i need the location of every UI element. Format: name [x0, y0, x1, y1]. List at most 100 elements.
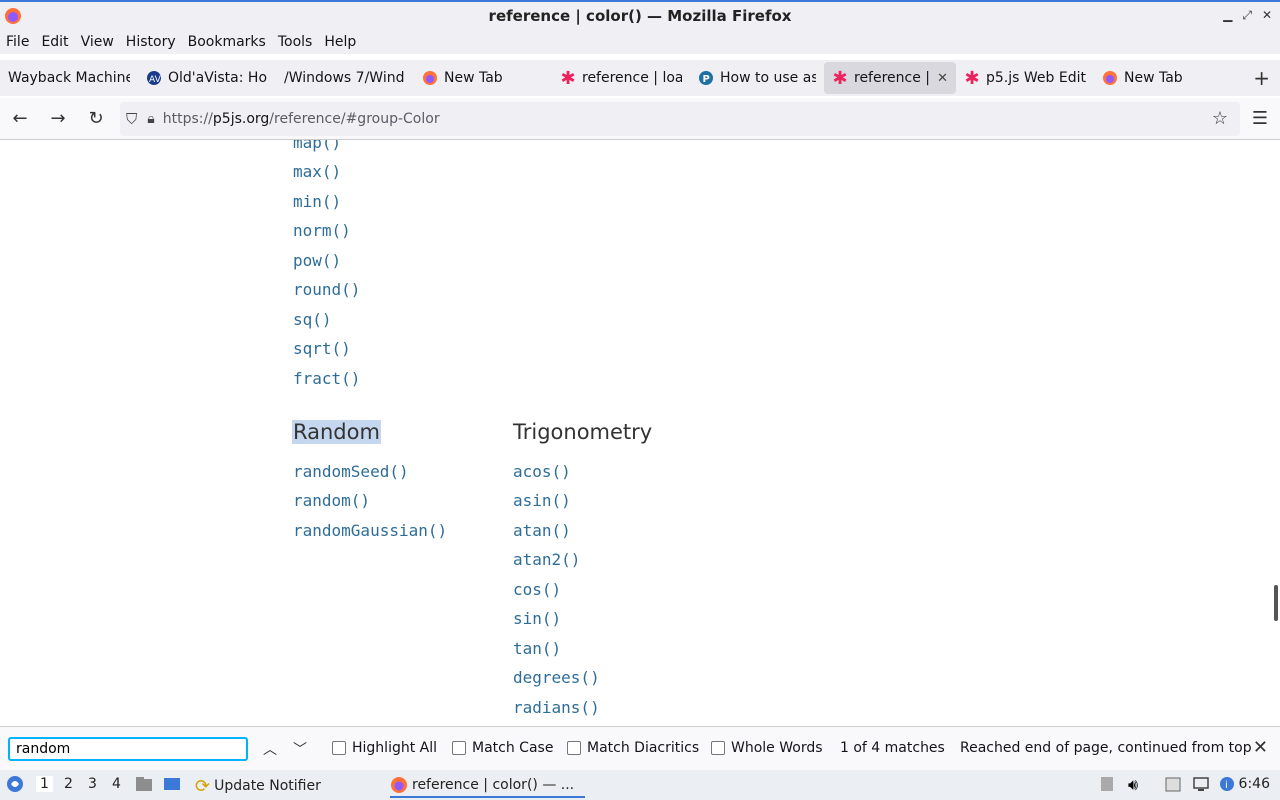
url-text[interactable]: https://p5js.org/reference/#group-Color: [163, 111, 440, 127]
match-case-checkbox[interactable]: Match Case: [452, 740, 553, 756]
tab[interactable]: New Tab: [414, 62, 552, 94]
window-title: reference | color() — Mozilla Firefox: [488, 7, 792, 25]
tab-label: New Tab: [1124, 70, 1183, 86]
find-status-message: Reached end of page, continued from top: [960, 740, 1252, 756]
fn-link[interactable]: sq(): [293, 310, 332, 329]
tab-label: Wayback Machine: [8, 70, 130, 86]
p5-asterisk-icon: ✱: [560, 67, 576, 89]
file-manager-icon[interactable]: [135, 775, 153, 793]
fn-link[interactable]: degrees(): [513, 668, 600, 687]
close-tab-icon[interactable]: ✕: [937, 71, 948, 86]
fn-link[interactable]: randomSeed(): [293, 462, 409, 481]
tab[interactable]: P How to use as: [690, 62, 824, 94]
new-tab-button[interactable]: +: [1253, 66, 1270, 90]
workspace-4[interactable]: 4: [112, 776, 121, 792]
find-bar: ︿ ﹀ Highlight All Match Case Match Diacr…: [0, 726, 1280, 770]
trig-heading: Trigonometry: [513, 420, 653, 444]
fn-link[interactable]: max(): [293, 162, 341, 181]
url-bar[interactable]: ⛉ 🔒︎ https://p5js.org/reference/#group-C…: [120, 102, 1240, 136]
fn-link[interactable]: acos(): [513, 462, 571, 481]
p5-asterisk-icon: ✱: [964, 67, 980, 89]
find-previous-icon[interactable]: ︿: [263, 739, 277, 759]
shield-icon[interactable]: ⛉: [126, 110, 137, 128]
tab-label: /Windows 7/Wind: [284, 70, 405, 86]
highlight-all-checkbox[interactable]: Highlight All: [332, 740, 437, 756]
tab-label: reference | c: [854, 70, 931, 86]
p-circle-icon: P: [698, 70, 714, 86]
fn-link[interactable]: sin(): [513, 609, 561, 628]
fn-link[interactable]: tan(): [513, 639, 561, 658]
firefox-icon: [391, 777, 407, 793]
volume-icon[interactable]: 🔊︎: [1128, 775, 1146, 794]
tab-active[interactable]: ✱ reference | c ✕: [824, 62, 956, 94]
fn-link[interactable]: norm(): [293, 221, 351, 240]
lock-icon[interactable]: 🔒︎: [147, 111, 154, 127]
tab[interactable]: AV Old'aVista: Ho: [138, 62, 276, 94]
fn-link[interactable]: atan(): [513, 521, 571, 540]
firefox-task[interactable]: reference | color() — ...: [390, 774, 585, 798]
svg-text:P: P: [703, 74, 710, 85]
menu-edit[interactable]: Edit: [35, 34, 74, 50]
close-window-button[interactable]: ✕: [1262, 8, 1272, 23]
fn-link[interactable]: random(): [293, 491, 370, 510]
back-button[interactable]: ←: [2, 103, 38, 135]
forward-button[interactable]: →: [40, 103, 76, 135]
navigation-bar: ← → ↻ ⛉ 🔒︎ https://p5js.org/reference/#g…: [0, 98, 1280, 140]
fn-link[interactable]: pow(): [293, 251, 341, 270]
hamburger-menu-icon[interactable]: ☰: [1252, 108, 1268, 129]
fn-link[interactable]: radians(): [513, 698, 600, 717]
workspace-3[interactable]: 3: [88, 776, 97, 792]
menu-history[interactable]: History: [120, 34, 182, 50]
fn-link[interactable]: cos(): [513, 580, 561, 599]
tab[interactable]: New Tab: [1094, 62, 1214, 94]
fn-link[interactable]: atan2(): [513, 550, 580, 569]
tab[interactable]: /Windows 7/Wind: [276, 62, 414, 94]
bookmark-star-icon[interactable]: ☆: [1212, 108, 1228, 129]
random-heading: Random: [292, 420, 381, 444]
find-next-icon[interactable]: ﹀: [293, 739, 307, 759]
tab-bar: Wayback Machine AV Old'aVista: Ho /Windo…: [0, 60, 1280, 96]
fn-link[interactable]: map(): [293, 140, 341, 152]
reload-button[interactable]: ↻: [78, 103, 114, 135]
fn-link[interactable]: sqrt(): [293, 339, 351, 358]
notification-icon[interactable]: i: [1218, 775, 1236, 793]
taskbar: 1 2 3 4 ⟳ Update Notifier reference | co…: [0, 770, 1280, 800]
svg-text:AV: AV: [149, 75, 162, 85]
menu-view[interactable]: View: [75, 34, 120, 50]
whole-words-checkbox[interactable]: Whole Words: [711, 740, 823, 756]
menu-file[interactable]: File: [0, 34, 35, 50]
desktop-icon[interactable]: [163, 775, 181, 793]
menu-help[interactable]: Help: [318, 34, 362, 50]
tab-label: p5.js Web Edit: [986, 70, 1086, 86]
start-menu-icon[interactable]: [6, 775, 24, 793]
firefox-icon: [1102, 70, 1118, 86]
tab[interactable]: ✱ p5.js Web Edit: [956, 62, 1094, 94]
minimize-button[interactable]: ▁: [1223, 8, 1232, 23]
tab-label: reference | loa: [582, 70, 682, 86]
clipboard-icon[interactable]: [1098, 775, 1116, 793]
tab[interactable]: ✱ reference | loa: [552, 62, 690, 94]
clock: 6:46: [1238, 776, 1270, 792]
match-count: 1 of 4 matches: [840, 740, 945, 756]
page-content: map() max() min() norm() pow() round() s…: [0, 140, 1280, 726]
scrollbar-thumb[interactable]: [1274, 585, 1278, 621]
svg-text:i: i: [1225, 780, 1228, 791]
close-findbar-icon[interactable]: ✕: [1253, 737, 1268, 758]
network-icon[interactable]: [1192, 775, 1210, 793]
update-notifier-task[interactable]: ⟳ Update Notifier: [195, 774, 321, 798]
fn-link[interactable]: asin(): [513, 491, 571, 510]
firefox-icon: [422, 70, 438, 86]
files-icon[interactable]: [1164, 775, 1182, 793]
fn-link[interactable]: min(): [293, 192, 341, 211]
workspace-2[interactable]: 2: [64, 776, 73, 792]
fn-link[interactable]: round(): [293, 280, 360, 299]
find-input[interactable]: [8, 737, 248, 761]
match-diacritics-checkbox[interactable]: Match Diacritics: [567, 740, 699, 756]
maximize-button[interactable]: ⤢: [1242, 8, 1252, 23]
tab[interactable]: Wayback Machine: [0, 62, 138, 94]
menu-bookmarks[interactable]: Bookmarks: [182, 34, 272, 50]
workspace-1[interactable]: 1: [36, 776, 53, 792]
fn-link[interactable]: fract(): [293, 369, 360, 388]
menu-tools[interactable]: Tools: [272, 34, 319, 50]
fn-link[interactable]: randomGaussian(): [293, 521, 447, 540]
